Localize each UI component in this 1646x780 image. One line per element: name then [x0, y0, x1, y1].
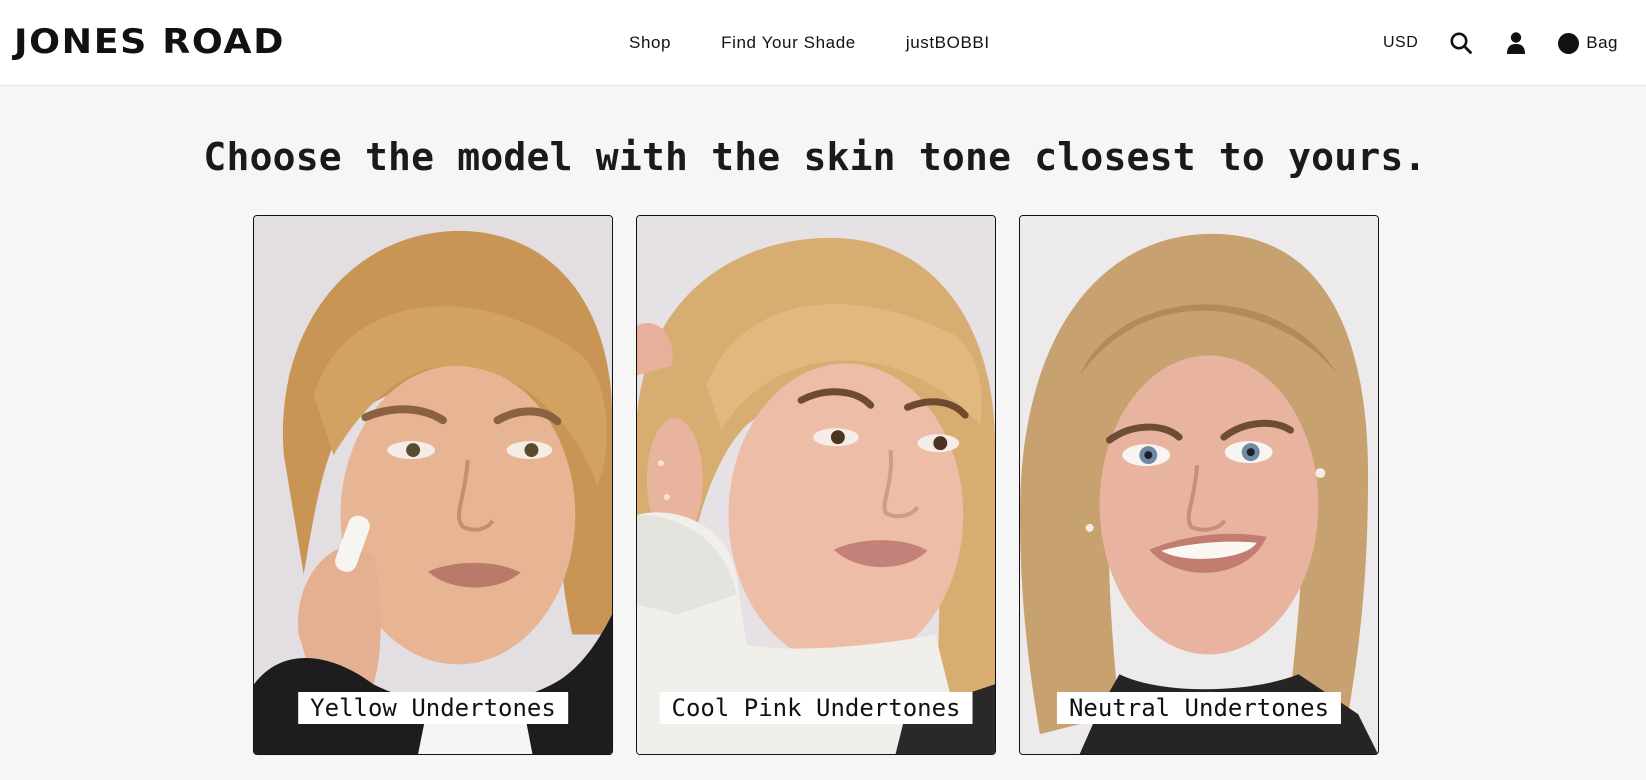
- model-photo-yellow: [254, 216, 612, 754]
- nav-shop[interactable]: Shop: [629, 33, 671, 53]
- model-label-cool-pink: Cool Pink Undertones: [659, 692, 973, 724]
- account-button[interactable]: [1504, 30, 1528, 56]
- site-header: JONES ROAD Shop Find Your Shade justBOBB…: [0, 0, 1646, 86]
- header-utilities: USD Bag: [1383, 0, 1618, 86]
- model-photo-cool-pink: [637, 216, 995, 754]
- currency-selector[interactable]: USD: [1383, 34, 1418, 52]
- nav-justbobbi[interactable]: justBOBBI: [906, 33, 990, 53]
- model-label-neutral: Neutral Undertones: [1056, 692, 1342, 724]
- model-card-cool-pink-undertones[interactable]: Cool Pink Undertones: [636, 215, 996, 755]
- model-photo-neutral: [1020, 216, 1378, 754]
- nav-find-your-shade[interactable]: Find Your Shade: [721, 33, 856, 53]
- search-button[interactable]: [1448, 30, 1474, 56]
- account-icon: [1507, 32, 1526, 54]
- bag-label: Bag: [1586, 33, 1618, 52]
- model-cards: Yellow Undertones Cool Pink Undertones N…: [253, 215, 1379, 755]
- model-card-neutral-undertones[interactable]: Neutral Undertones: [1019, 215, 1379, 755]
- bag-dot-icon: [1558, 32, 1580, 54]
- page-headline: Choose the model with the skin tone clos…: [203, 135, 1427, 179]
- model-card-yellow-undertones[interactable]: Yellow Undertones: [253, 215, 613, 755]
- model-label-yellow: Yellow Undertones: [298, 692, 568, 724]
- main-nav: Shop Find Your Shade justBOBBI: [629, 0, 990, 86]
- search-icon: [1450, 32, 1473, 54]
- bag-button[interactable]: Bag: [1558, 32, 1618, 54]
- jones-road-logo[interactable]: JONES ROAD: [14, 22, 285, 62]
